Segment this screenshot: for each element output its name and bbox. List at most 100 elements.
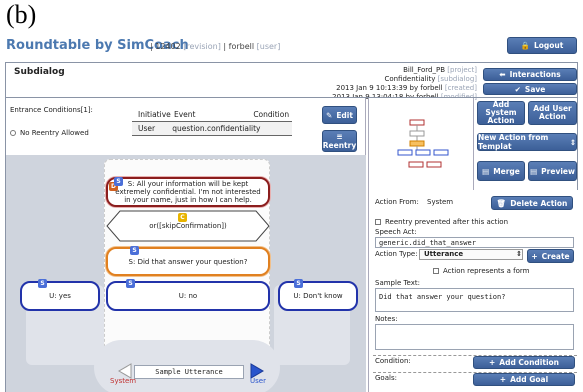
updown-icon: ⇕: [516, 250, 522, 258]
project-tag: [project]: [447, 66, 477, 74]
dialog-canvas[interactable]: S: All your information will be kept ext…: [6, 155, 366, 392]
add-system-action-label: Add System Action: [485, 100, 517, 125]
arrow-left-icon: ⬅: [499, 70, 506, 79]
add-goal-button[interactable]: + Add Goal: [473, 373, 575, 386]
add-condition-button[interactable]: + Add Condition: [473, 356, 575, 369]
no-reentry-option[interactable]: No Reentry Allowed: [10, 129, 89, 137]
entrance-title: Entrance Conditions[1]:: [10, 106, 93, 114]
table-row[interactable]: User question.confidentiality: [132, 122, 292, 136]
condition-node-text: or([skipConfirmation]): [149, 222, 227, 230]
subdialog-name: Confidentiality: [384, 75, 436, 83]
table-header-row: Initiative Event Condition: [132, 108, 292, 122]
user-badge: S: [294, 279, 303, 288]
list-icon: ≡: [336, 132, 343, 141]
notes-label: Notes:: [375, 315, 398, 323]
edit-label: Edit: [336, 110, 353, 120]
system-node-text: S: Did that answer your question?: [128, 257, 248, 266]
system-label: System: [110, 377, 137, 385]
add-user-action-label: Add User Action: [533, 104, 572, 121]
represents-form-option[interactable]: Action represents a form: [433, 267, 530, 275]
represents-form-label: Action represents a form: [443, 267, 530, 275]
user-node-dont-know[interactable]: U: Don't know: [278, 281, 358, 311]
no-reentry-radio[interactable]: [10, 130, 16, 136]
action-type-select[interactable]: Utterance ⇕: [419, 249, 523, 260]
new-action-from-template-label: New Action from Templat: [478, 133, 549, 151]
user-badge: S: [126, 279, 135, 288]
notes-input[interactable]: [375, 324, 574, 350]
user-label: User: [250, 377, 266, 385]
represents-form-checkbox[interactable]: [433, 268, 439, 274]
condition-label: Condition:: [375, 357, 411, 365]
speech-act-label: Speech Act:: [375, 228, 417, 236]
user-node-text: U: Don't know: [293, 292, 343, 300]
speech-act-input[interactable]: generic.did_that_answer: [375, 237, 574, 248]
add-system-action-button[interactable]: Add System Action: [477, 101, 525, 125]
user-tag: [user]: [256, 42, 281, 51]
updown-icon: ⇕: [569, 137, 576, 147]
merge-button[interactable]: ▤ Merge: [477, 161, 525, 181]
sample-text-label: Sample Text:: [375, 279, 420, 287]
action-type-value: Utterance: [424, 250, 464, 258]
create-button[interactable]: + Create: [527, 249, 574, 263]
revision-tag: [revision]: [183, 42, 221, 51]
reentry-label: Reentry: [322, 141, 357, 150]
merge-label: Merge: [493, 166, 520, 176]
subdialog-tag: [subdialog]: [437, 75, 477, 83]
page-title: Subdialog: [14, 67, 65, 77]
entrance-table: Initiative Event Condition User question…: [132, 108, 292, 136]
preview-button[interactable]: ▤ Preview: [528, 161, 577, 181]
save-button[interactable]: ✔ Save: [483, 83, 577, 95]
project-name: Bill_Ford_PB: [403, 66, 445, 74]
delete-action-button[interactable]: 🗑 Delete Action: [491, 196, 573, 210]
no-reentry-label: No Reentry Allowed: [20, 129, 89, 137]
table-cell: User: [138, 124, 156, 133]
system-badge: S: [130, 246, 139, 255]
check-icon: ✔: [514, 84, 521, 94]
created-info: 2013 Jan 9 10:13:39 by forbell: [336, 84, 443, 92]
reentry-prevented-label: Reentry prevented after this action: [385, 218, 508, 226]
reentry-prevented-checkbox[interactable]: [375, 219, 381, 225]
pencil-icon: ✎: [326, 110, 333, 120]
user-node-yes[interactable]: U: yes: [20, 281, 100, 311]
preview-label: Preview: [541, 166, 575, 176]
goals-label: Goals:: [375, 374, 397, 382]
delete-action-label: Delete Action: [510, 198, 568, 208]
interactions-label: Interactions: [509, 70, 561, 79]
utterance-input[interactable]: Sample Utterance: [134, 365, 244, 379]
add-user-action-button[interactable]: Add User Action: [528, 101, 577, 125]
system-node[interactable]: S: All your information will be kept ext…: [106, 177, 270, 207]
plus-icon: +: [531, 251, 538, 261]
trash-icon: 🗑: [496, 198, 507, 208]
interactions-button[interactable]: ⬅ Interactions: [483, 68, 577, 81]
system-badge: S: [114, 177, 123, 186]
merge-icon: ▤: [482, 166, 490, 176]
plus-icon: +: [499, 375, 507, 384]
user-badge: S: [38, 279, 47, 288]
preview-icon: ▤: [530, 166, 538, 176]
action-form: Action From: System 🗑 Delete Action Reen…: [368, 190, 578, 392]
column-header: Condition: [253, 110, 290, 119]
reentry-prevented-option[interactable]: Reentry prevented after this action: [375, 218, 508, 226]
column-header: Initiative: [138, 110, 171, 119]
minimap[interactable]: [368, 98, 474, 190]
system-node-text: S: All your information will be kept ext…: [115, 180, 261, 204]
condition-badge: C: [178, 213, 187, 222]
save-label: Save: [524, 84, 546, 94]
user-node-text: U: yes: [49, 292, 71, 300]
column-header: Event: [174, 110, 196, 119]
logout-label: Logout: [533, 41, 564, 50]
edit-button[interactable]: ✎ Edit: [322, 106, 357, 124]
add-condition-label: Add Condition: [499, 358, 560, 367]
plus-icon: +: [488, 358, 496, 367]
created-tag: [created]: [444, 84, 477, 92]
action-from-label: Action From:: [375, 198, 419, 206]
brand-meta: | 12402 [revision] | forbell [user]: [150, 42, 281, 51]
sample-text-input[interactable]: Did that answer your question?: [375, 288, 574, 312]
add-goal-label: Add Goal: [510, 375, 549, 384]
reentry-button[interactable]: ≡ Reentry: [322, 130, 357, 152]
new-action-from-template-button[interactable]: New Action from Templat ⇕: [477, 133, 577, 151]
create-label: Create: [541, 251, 570, 261]
minimap-graph: [397, 119, 449, 168]
logout-button[interactable]: 🔒 Logout: [507, 37, 577, 54]
figure-label: (b): [6, 0, 37, 29]
